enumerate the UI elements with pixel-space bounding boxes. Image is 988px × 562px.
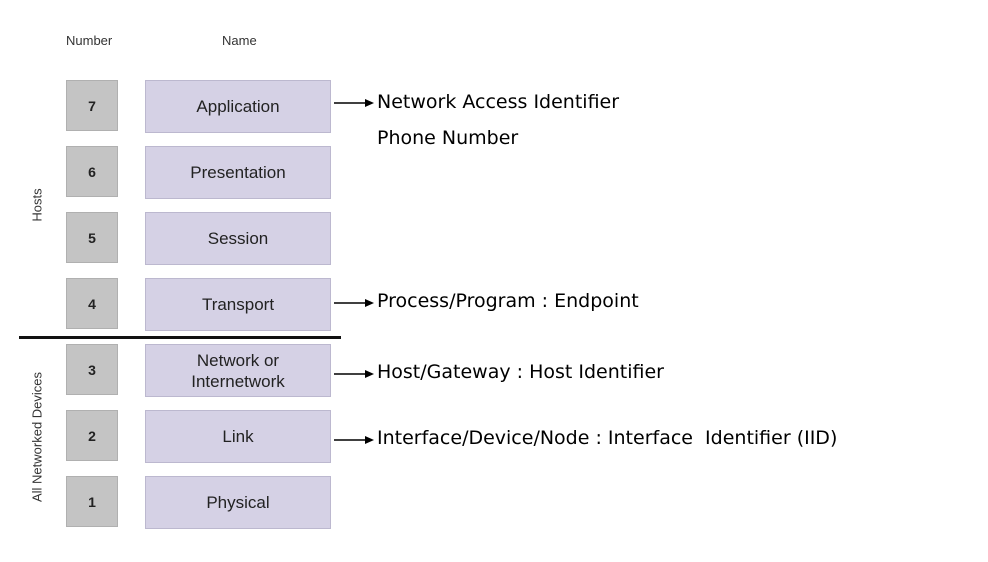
number-header: Number — [66, 33, 113, 48]
hosts-devices-divider — [19, 336, 341, 339]
annotation-network: Host/Gateway : Host Identifier — [377, 361, 664, 383]
layer-2-number: 2 — [66, 410, 118, 461]
layer-4-name: Transport — [145, 278, 331, 331]
layer-7-number: 7 — [66, 80, 118, 131]
annotation-transport: Process/Program : Endpoint — [377, 290, 639, 312]
all-networked-devices-label: All Networked Devices — [29, 371, 45, 503]
layer-5-number: 5 — [66, 212, 118, 263]
layer-1-name: Physical — [145, 476, 331, 529]
layer-3-number: 3 — [66, 344, 118, 395]
arrow-network — [334, 370, 374, 378]
layer-3-name: Network or Internetwork — [145, 344, 331, 397]
layer-1-number: 1 — [66, 476, 118, 527]
annotation-link: Interface/Device/Node : Interface Identi… — [377, 427, 838, 449]
layer-5-name: Session — [145, 212, 331, 265]
annotation-network-access-identifier: Network Access Identifier — [377, 91, 620, 113]
arrow-link — [334, 436, 374, 444]
hosts-label: Hosts — [29, 188, 45, 222]
layer-7-name: Application — [145, 80, 331, 133]
layer-4-number: 4 — [66, 278, 118, 329]
layer-6-name: Presentation — [145, 146, 331, 199]
annotation-phone-number: Phone Number — [377, 127, 519, 149]
arrow-transport — [334, 299, 374, 307]
layer-6-number: 6 — [66, 146, 118, 197]
layer-2-name: Link — [145, 410, 331, 463]
arrow-application — [334, 99, 374, 107]
name-header: Name — [222, 33, 257, 48]
